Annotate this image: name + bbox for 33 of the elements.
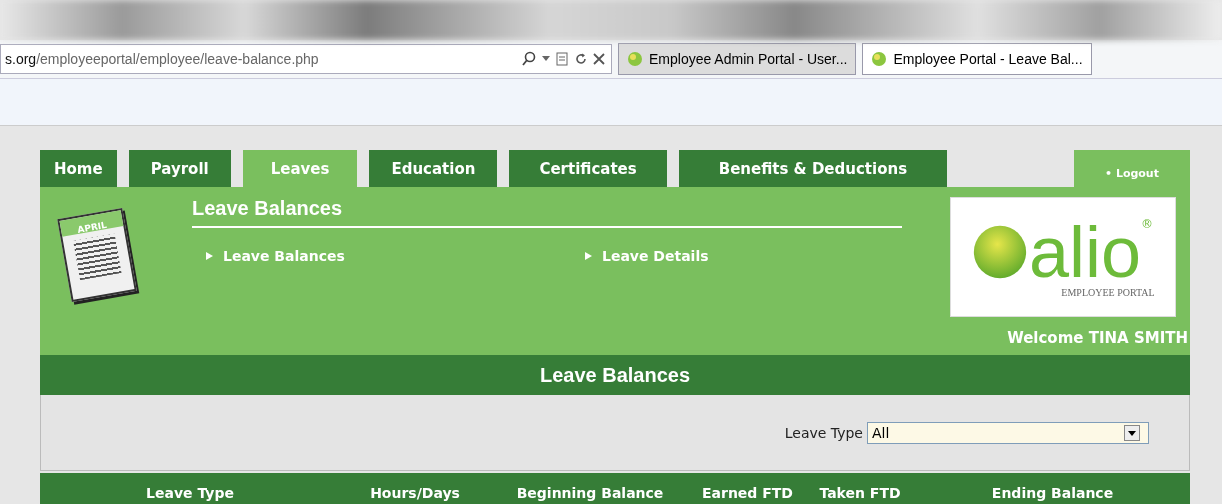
welcome-text: Welcome TINA SMITH: [1007, 329, 1188, 347]
column-header: Taken FTD: [818, 485, 902, 501]
column-header: Beginning Balance: [515, 485, 665, 501]
column-header: Hours/Days: [369, 485, 461, 501]
calendar-month: APRIL: [76, 219, 108, 235]
logo-tagline: EMPLOYEE PORTAL: [1061, 286, 1155, 298]
search-icon[interactable]: [521, 51, 537, 67]
nav-tab[interactable]: Payroll: [128, 150, 231, 187]
browser-tab[interactable]: Employee Admin Portal - User...: [618, 43, 857, 75]
address-field[interactable]: s.org/employeeportal/employee/leave-balance.php: [0, 44, 612, 74]
column-header: Leave Type: [145, 485, 235, 501]
caret-icon[interactable]: [542, 56, 550, 62]
leave-type-select[interactable]: All: [867, 421, 1149, 444]
refresh-icon[interactable]: [574, 52, 588, 66]
section-title: Leave Balances: [539, 363, 691, 387]
nav-tab[interactable]: Certificates: [509, 150, 667, 187]
logo-sphere-icon: [972, 224, 1027, 279]
triangle-icon: [206, 252, 213, 260]
nav-tab[interactable]: Benefits & Deductions: [678, 150, 948, 187]
logo-wordmark: alio: [1028, 216, 1142, 287]
nav-tab[interactable]: Home: [40, 150, 117, 187]
site-icon: [627, 51, 643, 67]
column-header: Earned FTD: [701, 485, 794, 501]
banner-title: Leave Balances: [192, 197, 902, 228]
triangle-icon: [585, 252, 592, 260]
registered-mark: ®: [1141, 216, 1154, 231]
column-header: Ending Balance: [990, 485, 1115, 501]
nav-tab[interactable]: Education: [369, 150, 498, 187]
site-icon: [871, 51, 888, 67]
filter-label: Leave Type: [784, 424, 863, 441]
browser-tab[interactable]: Employee Portal - Leave Bal...: [862, 43, 1092, 75]
dropdown-icon[interactable]: [1124, 424, 1140, 441]
close-icon[interactable]: [593, 53, 605, 65]
